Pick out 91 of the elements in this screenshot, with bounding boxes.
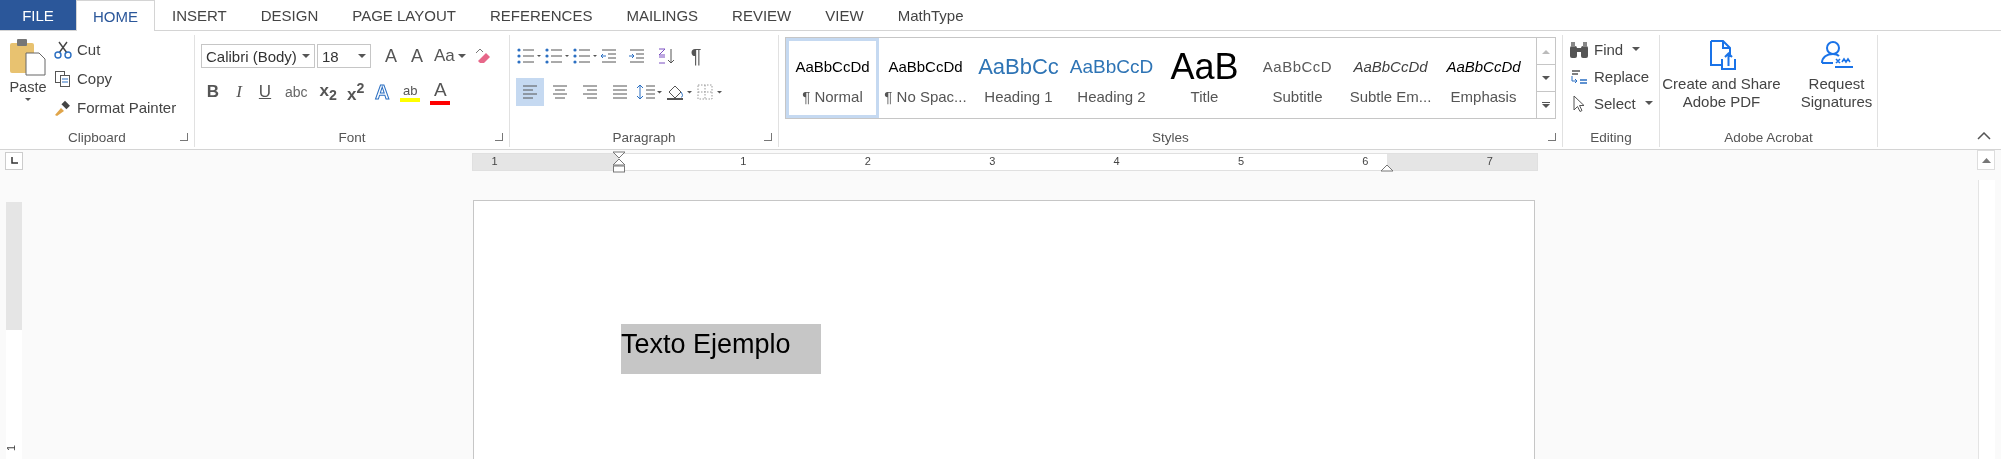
scrollbar[interactable] [1978, 180, 1995, 459]
more-icon [1542, 101, 1550, 109]
create-pdf-button[interactable]: Create and Share Adobe PDF [1660, 39, 1783, 111]
file-tab[interactable]: FILE [0, 0, 76, 30]
ruler-number: 7 [1486, 155, 1493, 167]
dialog-launcher-icon[interactable] [764, 133, 772, 141]
group-label: Clipboard [68, 129, 126, 145]
sup-button[interactable]: x$^{2}$ [342, 78, 369, 106]
bold-button[interactable]: B [201, 78, 225, 106]
align-left-icon [522, 85, 538, 99]
italic-button[interactable]: I [227, 78, 251, 106]
chevron-up-icon [1977, 132, 1991, 140]
replace-icon [1569, 67, 1589, 86]
select-button[interactable]: Select [1569, 91, 1653, 116]
style-option[interactable]: AaBbCcDd ¶ No Spac... [879, 38, 972, 118]
ribbon-tab[interactable]: PAGE LAYOUT [335, 0, 473, 30]
paintbrush-icon [54, 98, 72, 117]
underline-button[interactable]: U [253, 78, 277, 106]
ribbon-tab[interactable]: MAILINGS [609, 0, 716, 30]
style-option[interactable]: AaB Title [1158, 38, 1251, 118]
ruler-number: 1 [491, 155, 498, 167]
align-right-icon [582, 85, 598, 99]
tab-stop-selector[interactable] [5, 152, 23, 170]
copy-icon [54, 69, 72, 88]
paste-button[interactable]: Paste [6, 35, 50, 103]
shrink-font-button[interactable]: A [405, 42, 429, 70]
indent-marker[interactable] [612, 151, 626, 173]
align-center-icon [552, 85, 568, 99]
ruler-number: 1 [740, 155, 747, 167]
binoculars-icon [1569, 40, 1589, 59]
ribbon-tab[interactable]: HOME [76, 0, 155, 31]
font-name-field[interactable]: Calibri (Body) [201, 44, 315, 68]
dialog-launcher-icon[interactable] [1548, 133, 1556, 141]
ribbon-tab[interactable]: MathType [880, 0, 981, 30]
ruler-number: 3 [989, 155, 996, 167]
caret-icon [1644, 101, 1653, 106]
group-label: Editing [1590, 129, 1632, 145]
align-justify-icon [612, 85, 628, 99]
ribbon-tab[interactable]: REFERENCES [472, 0, 610, 30]
highlight-button[interactable]: ab [396, 78, 425, 106]
caret-icon [23, 97, 33, 103]
dialog-launcher-icon[interactable] [180, 133, 188, 141]
painter-button[interactable]: Format Painter [54, 95, 177, 120]
caret-icon [457, 53, 466, 59]
change-case-button[interactable]: Aa [431, 42, 469, 70]
caret-icon [1542, 48, 1550, 54]
style-option[interactable]: AaBbCcDd ¶ Normal [786, 38, 879, 118]
effects-button[interactable]: A [370, 78, 395, 106]
group-label: Adobe Acrobat [1724, 129, 1813, 145]
group-label: Paragraph [612, 129, 676, 145]
caret-icon [1981, 157, 1991, 163]
indent-marker[interactable] [1380, 164, 1394, 172]
style-option[interactable]: AaBbCcDd Emphasis [1437, 38, 1530, 118]
group-label: Styles [1152, 129, 1189, 145]
style-option[interactable]: AaBbCcD Subtitle [1251, 38, 1344, 118]
scissors-icon [54, 40, 72, 59]
fontcolor-button[interactable]: A [426, 78, 455, 106]
align-left-button[interactable] [516, 78, 544, 106]
clipboard-icon [8, 37, 48, 77]
ruler-number: 5 [1237, 155, 1245, 167]
font-size-field[interactable]: 18 [317, 44, 371, 68]
document-text: Texto Ejemplo [621, 324, 821, 375]
find-button[interactable]: Find [1569, 37, 1653, 62]
ruler-number: 1 [5, 444, 18, 452]
ruler-number: 6 [1362, 155, 1369, 167]
caret-icon [1542, 75, 1550, 81]
cut-button[interactable]: Cut [54, 37, 177, 62]
ribbon-tab[interactable]: REVIEW [715, 0, 809, 30]
ribbon-tab[interactable]: VIEW [808, 0, 881, 30]
style-option[interactable]: AaBbCcDd Subtle Em... [1344, 38, 1437, 118]
sub-button[interactable]: x$_{2}$ [315, 78, 341, 106]
signature-icon [1818, 39, 1855, 71]
grow-font-button[interactable]: A [379, 42, 403, 70]
caret-icon [1632, 47, 1641, 52]
ribbon-tab[interactable]: DESIGN [243, 0, 336, 30]
style-option[interactable]: AaBbCcD Heading 2 [1065, 38, 1158, 118]
caret-icon [358, 53, 366, 59]
request-signatures-button[interactable]: Request Signatures [1796, 39, 1877, 111]
copy-button[interactable]: Copy [54, 66, 177, 91]
tab-stop-icon [9, 156, 19, 166]
caret-icon [302, 53, 310, 59]
dialog-launcher-icon[interactable] [495, 133, 503, 141]
scroll-up-button[interactable] [1977, 150, 1995, 170]
style-option[interactable]: AaBbCc Heading 1 [972, 38, 1065, 118]
show-marks-button[interactable]: ¶ [684, 42, 708, 70]
strike-button[interactable]: abc [279, 78, 314, 106]
replace-button[interactable]: Replace [1569, 64, 1653, 89]
ribbon-tab[interactable]: INSERT [155, 0, 244, 30]
group-label: Font [338, 129, 366, 145]
ruler-number: 4 [1113, 155, 1120, 167]
ruler-number: 2 [864, 155, 871, 167]
